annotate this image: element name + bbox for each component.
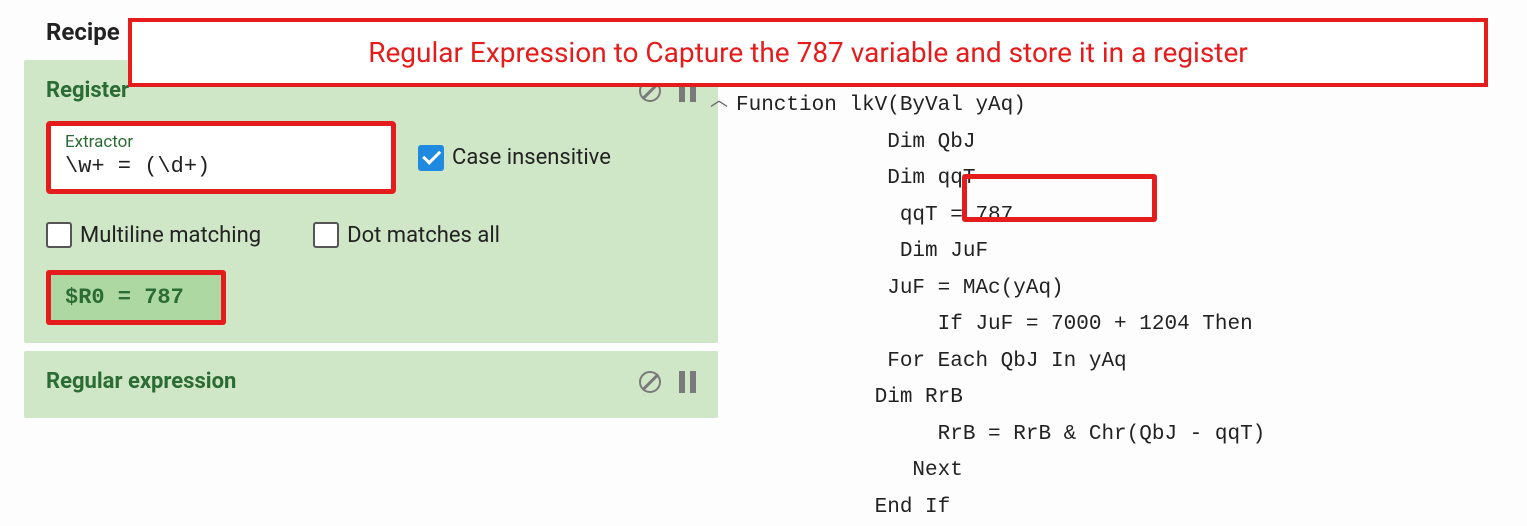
dot-matches-label: Dot matches all xyxy=(347,223,500,248)
code-line: qqT = 787 xyxy=(736,198,1527,235)
regex-operation-card: Regular expression xyxy=(24,351,718,418)
case-insensitive-checkbox[interactable]: Case insensitive xyxy=(418,145,611,171)
code-line: Dim RrB xyxy=(736,380,1527,417)
pause-icon[interactable] xyxy=(679,371,696,393)
operation-title-regex: Regular expression xyxy=(46,369,236,394)
extractor-field-highlight: Extractor xyxy=(46,121,396,194)
operation-controls xyxy=(639,371,696,393)
code-line: Next xyxy=(736,453,1527,490)
operation-title-register: Register xyxy=(46,78,129,103)
operation-header: Regular expression xyxy=(46,369,696,394)
annotation-callout: Regular Expression to Capture the 787 va… xyxy=(128,18,1488,87)
dot-matches-checkbox[interactable]: Dot matches all xyxy=(313,222,500,248)
code-line: RrB = RrB & Chr(QbJ - qqT) xyxy=(736,417,1527,454)
extractor-input[interactable] xyxy=(65,154,377,179)
checkbox-icon xyxy=(313,222,339,248)
code-line: Dim QbJ xyxy=(736,125,1527,162)
code-line: End If xyxy=(736,490,1527,526)
register-operation-card: Register Extractor Case insensitive xyxy=(24,60,718,343)
code-line: If JuF = 7000 + 1204 Then xyxy=(736,307,1527,344)
extractor-label: Extractor xyxy=(65,132,377,152)
checkbox-icon xyxy=(46,222,72,248)
options-row: Multiline matching Dot matches all xyxy=(46,222,696,248)
code-line: JuF = MAc(yAq) xyxy=(736,271,1527,308)
multiline-label: Multiline matching xyxy=(80,223,261,248)
checkbox-checked-icon xyxy=(418,145,444,171)
disable-icon[interactable] xyxy=(639,371,661,393)
code-line: For Each QbJ In yAq xyxy=(736,344,1527,381)
register-result-highlight: $R0 = 787 xyxy=(46,270,226,325)
extractor-row: Extractor Case insensitive xyxy=(46,121,696,194)
code-line: Dim qqT xyxy=(736,161,1527,198)
multiline-checkbox[interactable]: Multiline matching xyxy=(46,222,261,248)
code-line: Dim JuF xyxy=(736,234,1527,271)
code-line: Function lkV(ByVal yAq) xyxy=(736,88,1527,125)
case-insensitive-label: Case insensitive xyxy=(452,145,611,170)
